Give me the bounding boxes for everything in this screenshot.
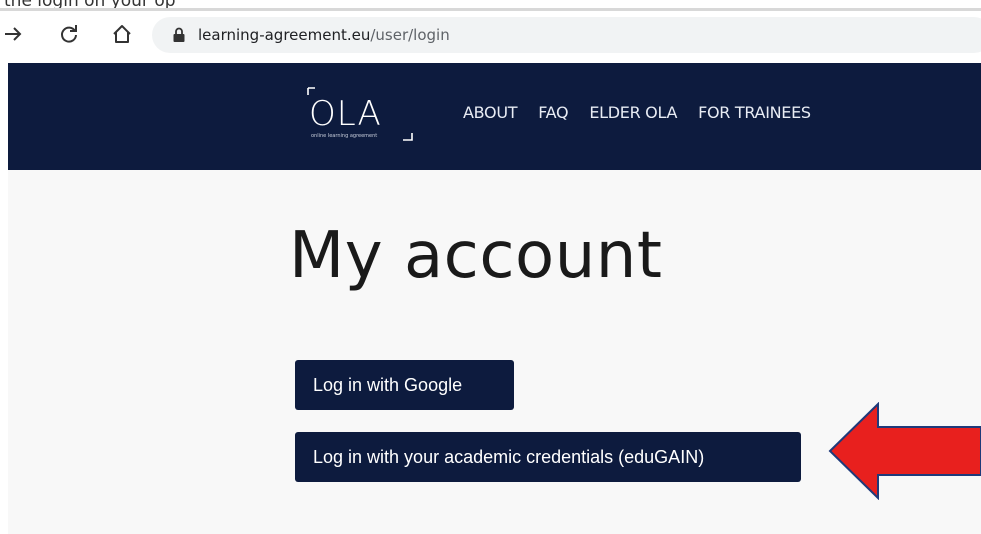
main-nav: ABOUT FAQ ELDER OLA FOR TRAINEES <box>463 103 832 122</box>
screenshot-frame: the login on your op learning-agreement.… <box>0 0 981 534</box>
logo-text: OLA <box>309 94 382 134</box>
home-button[interactable] <box>109 21 135 47</box>
nav-elder-ola[interactable]: ELDER OLA <box>589 103 677 122</box>
nav-for-trainees[interactable]: FOR TRAINEES <box>698 103 811 122</box>
site-header: OLA online learning agreement ABOUT FAQ … <box>8 63 981 170</box>
url-text: learning-agreement.eu/user/login <box>198 26 450 44</box>
login-google-button[interactable]: Log in with Google <box>295 360 514 410</box>
home-icon <box>113 25 131 43</box>
reload-button[interactable] <box>56 21 82 47</box>
url-path: /user/login <box>370 26 450 44</box>
ola-logo[interactable]: OLA online learning agreement <box>306 85 422 147</box>
address-bar[interactable]: learning-agreement.eu/user/login <box>152 17 981 53</box>
nav-faq[interactable]: FAQ <box>538 103 568 122</box>
reload-icon <box>61 25 77 43</box>
logo-subtext: online learning agreement <box>311 133 377 139</box>
forward-arrow-icon <box>5 27 22 41</box>
url-host: learning-agreement.eu <box>198 26 371 44</box>
nav-about[interactable]: ABOUT <box>463 103 518 122</box>
red-arrow-annotation <box>828 402 981 500</box>
forward-button[interactable] <box>0 21 26 47</box>
lock-icon <box>173 27 185 42</box>
login-edugain-button[interactable]: Log in with your academic credentials (e… <box>295 432 801 482</box>
page-title: My account <box>289 219 663 293</box>
browser-toolbar: learning-agreement.eu/user/login <box>0 11 981 63</box>
